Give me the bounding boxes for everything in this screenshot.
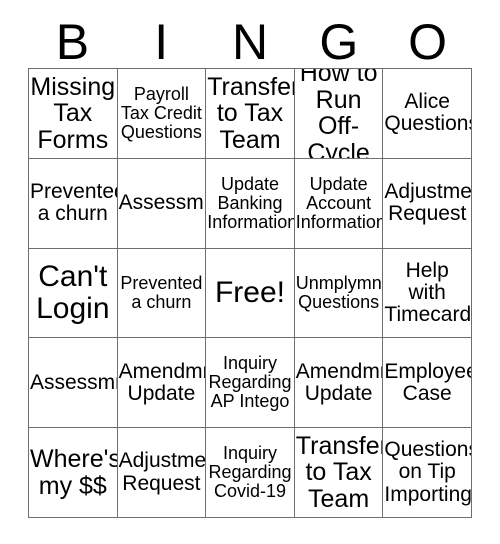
bingo-cell-i3[interactable]: Prevented a churn xyxy=(117,248,207,339)
bingo-cell-b2[interactable]: Prevented a churn xyxy=(29,158,118,249)
bingo-cell-free[interactable]: Free! xyxy=(206,248,295,339)
bingo-cell-label: How to Run Off-Cycle xyxy=(299,69,378,159)
bingo-cell-g4[interactable]: Amendmnt Update xyxy=(294,338,384,429)
bingo-cell-i5[interactable]: Adjustment Request xyxy=(117,428,207,518)
bingo-cell-label: Inquiry Regarding AP Intego xyxy=(208,353,292,412)
bingo-header-letter-i: I xyxy=(154,14,169,70)
bingo-header-letter-g: G xyxy=(319,14,359,70)
bingo-cell-label: Adjustment Request xyxy=(118,449,207,495)
bingo-cell-n4[interactable]: Inquiry Regarding AP Intego xyxy=(206,338,295,429)
bingo-cell-label: Unmplymnt Questions xyxy=(295,272,384,312)
bingo-cell-g1[interactable]: How to Run Off-Cycle xyxy=(294,69,384,159)
bingo-cell-label: Update Banking Information xyxy=(207,173,295,232)
bingo-free-space-label: Free! xyxy=(214,276,285,310)
bingo-cell-label: Questions on Tip Importing xyxy=(384,438,472,506)
bingo-cell-label: Assessmnt xyxy=(30,370,117,394)
bingo-cell-label: Missing Tax Forms xyxy=(30,72,116,154)
bingo-cell-label: Transfer to Tax Team xyxy=(207,72,295,154)
bingo-cell-label: Transfer to Tax Team xyxy=(295,431,384,513)
bingo-cell-o1[interactable]: Alice Questions xyxy=(383,69,472,159)
bingo-cell-label: Can't Login xyxy=(36,260,110,325)
bingo-card: B I N G O Missing Tax Forms Payroll Tax … xyxy=(0,0,500,544)
bingo-cell-o5[interactable]: Questions on Tip Importing xyxy=(383,428,472,518)
bingo-header-letter-o: O xyxy=(408,14,448,70)
bingo-header-row: B I N G O xyxy=(28,12,472,68)
bingo-cell-g2[interactable]: Update Account Information xyxy=(294,158,384,249)
bingo-cell-b1[interactable]: Missing Tax Forms xyxy=(29,69,118,159)
bingo-cell-n2[interactable]: Update Banking Information xyxy=(206,158,295,249)
bingo-cell-label: Prevented a churn xyxy=(30,179,118,226)
bingo-grid: Missing Tax Forms Payroll Tax Credit Que… xyxy=(28,68,472,518)
bingo-cell-label: Assessmnt xyxy=(118,191,206,215)
bingo-cell-label: Prevented a churn xyxy=(120,272,203,312)
bingo-cell-b4[interactable]: Assessmnt xyxy=(29,338,118,429)
bingo-cell-label: Alice Questions xyxy=(384,90,472,136)
bingo-cell-label: Inquiry Regarding Covid-19 xyxy=(208,442,292,502)
bingo-cell-i1[interactable]: Payroll Tax Credit Questions xyxy=(117,69,207,159)
bingo-cell-n1[interactable]: Transfer to Tax Team xyxy=(206,69,295,159)
bingo-cell-label: Amendmnt Update xyxy=(295,359,383,405)
bingo-cell-b5[interactable]: Where's my $$ xyxy=(29,428,118,518)
bingo-cell-n5[interactable]: Inquiry Regarding Covid-19 xyxy=(206,428,295,518)
bingo-cell-g5[interactable]: Transfer to Tax Team xyxy=(294,428,384,518)
bingo-cell-label: Employee Case xyxy=(384,359,472,405)
bingo-header-letter-b: B xyxy=(55,14,90,70)
bingo-cell-label: Help with Timecards xyxy=(384,258,472,327)
bingo-cell-o3[interactable]: Help with Timecards xyxy=(383,248,472,339)
bingo-cell-label: Adjustment Request xyxy=(384,179,472,226)
bingo-cell-label: Where's my $$ xyxy=(30,445,118,500)
bingo-cell-o4[interactable]: Employee Case xyxy=(383,338,472,429)
bingo-header-letter-n: N xyxy=(231,14,269,70)
bingo-cell-label: Payroll Tax Credit Questions xyxy=(120,83,202,142)
bingo-cell-o2[interactable]: Adjustment Request xyxy=(383,158,472,249)
bingo-cell-label: Amendmnt Update xyxy=(118,359,206,405)
bingo-cell-b3[interactable]: Can't Login xyxy=(29,248,118,339)
bingo-cell-i2[interactable]: Assessmnt xyxy=(117,158,207,249)
bingo-cell-label: Update Account Information xyxy=(295,173,384,232)
bingo-cell-i4[interactable]: Amendmnt Update xyxy=(117,338,207,429)
bingo-cell-g3[interactable]: Unmplymnt Questions xyxy=(294,248,384,339)
